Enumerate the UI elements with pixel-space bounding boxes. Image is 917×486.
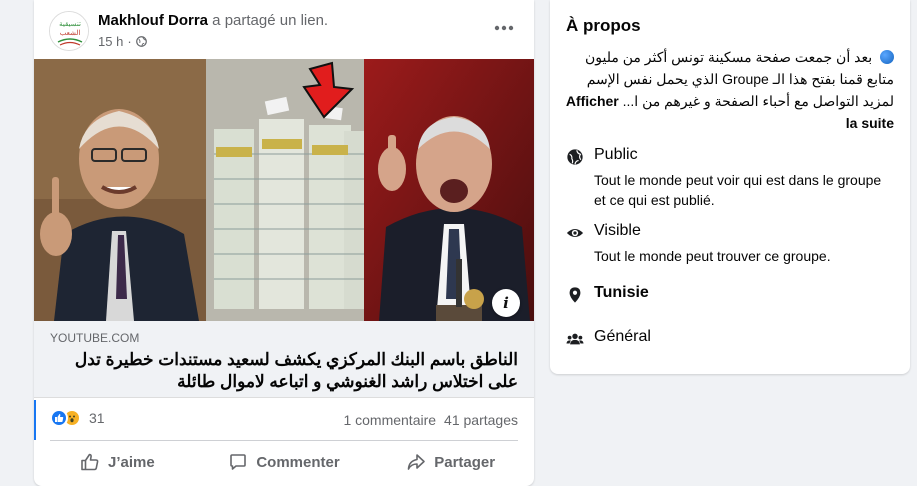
author-name[interactable]: Makhlouf Dorra <box>98 12 208 29</box>
about-description-text: بعد أن جمعت صفحة مسكينة تونس أكثر من ملي… <box>584 49 894 109</box>
like-label: J’aime <box>107 453 155 471</box>
link-domain: YOUTUBE.COM <box>50 331 140 345</box>
avatar-logo-text-2: الشعب <box>60 29 81 37</box>
more-options-button[interactable] <box>490 14 518 42</box>
info-button[interactable]: i <box>492 289 520 317</box>
link-title[interactable]: الناطق باسم البنك المركزي يكشف لسعيد مست… <box>48 349 518 393</box>
share-button[interactable]: Partager <box>367 442 534 482</box>
globe-icon <box>567 149 583 165</box>
link-thumbnail[interactable]: i <box>34 59 534 321</box>
visibility-description: Tout le monde peut trouver ce groupe. <box>594 248 831 264</box>
avatar-logo-text-1: تنسيقية <box>59 20 81 28</box>
shared-link-text: a partagé un lien. <box>208 12 329 29</box>
shares-count[interactable]: 41 partages <box>444 412 518 428</box>
privacy-title: Public <box>594 146 638 163</box>
privacy-description: Tout le monde peut voir qui est dans le … <box>594 172 882 208</box>
action-divider <box>50 440 518 441</box>
more-dots-icon <box>494 25 514 31</box>
post-meta: 15 h · <box>98 34 147 49</box>
eye-icon <box>566 228 584 238</box>
author-line: Makhlouf Dorra a partagé un lien. <box>98 12 328 29</box>
visibility-title: Visible <box>594 222 641 239</box>
about-title: À propos <box>566 16 641 35</box>
post-stats: 31 1 commentaire 41 partages <box>34 400 534 440</box>
avatar-logo-icon: تنسيقية الشعب <box>50 12 88 50</box>
post-card: تنسيقية الشعب Makhlouf Dorra a partagé u… <box>34 0 534 486</box>
meta-separator: · <box>127 34 132 49</box>
comments-count[interactable]: 1 commentaire <box>343 412 436 428</box>
about-description: بعد أن جمعت صفحة مسكينة تونس أكثر من ملي… <box>564 46 894 134</box>
share-icon <box>407 454 426 470</box>
like-reaction-icon <box>50 409 68 427</box>
location-text[interactable]: Tunisie <box>594 284 649 302</box>
share-label: Partager <box>434 453 496 471</box>
reactions-summary[interactable]: 31 <box>50 409 105 427</box>
post-header: تنسيقية الشعب Makhlouf Dorra a partagé u… <box>34 0 534 58</box>
about-card: À propos بعد أن جمعت صفحة مسكينة تونس أك… <box>550 0 910 374</box>
post-actions: J’aime Commenter Partager <box>34 442 534 482</box>
engagement-counts: 1 commentaire 41 partages <box>343 412 518 428</box>
location-pin-icon <box>569 287 581 303</box>
blue-dot-icon <box>880 50 894 64</box>
globe-icon <box>135 36 147 47</box>
group-people-icon <box>566 333 584 345</box>
post-time[interactable]: 15 h <box>98 34 123 49</box>
comment-label: Commenter <box>256 453 340 471</box>
category-text: Général <box>594 328 651 345</box>
group-avatar[interactable]: تنسيقية الشعب <box>49 11 89 51</box>
reactions-count: 31 <box>89 410 105 426</box>
comment-icon <box>230 454 247 470</box>
like-button[interactable]: J’aime <box>34 442 201 482</box>
thumbs-up-icon <box>81 453 99 471</box>
thumbnail-image <box>34 59 534 321</box>
comment-button[interactable]: Commenter <box>201 442 368 482</box>
link-preview[interactable]: YOUTUBE.COM الناطق باسم البنك المركزي يك… <box>34 321 534 398</box>
